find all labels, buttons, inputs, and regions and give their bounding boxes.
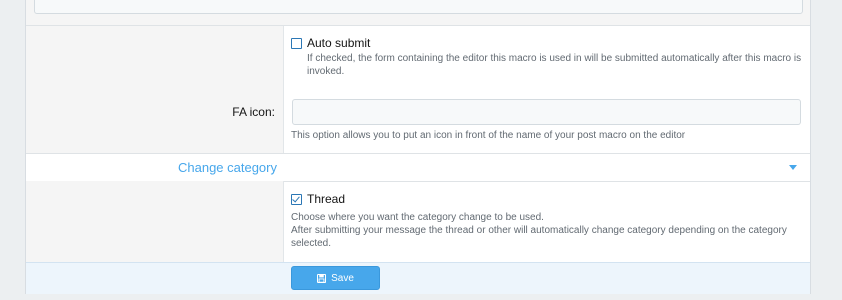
save-button-label: Save bbox=[331, 272, 354, 284]
auto-submit-hint-continued: invoked. bbox=[307, 66, 345, 77]
change-category-header[interactable]: Change category bbox=[26, 153, 810, 182]
fa-icon-label: FA icon: bbox=[232, 105, 275, 119]
auto-submit-hint: If checked, the form containing the edit… bbox=[307, 53, 802, 64]
change-category-hint: Choose where you want the category chang… bbox=[291, 212, 544, 223]
previous-field-input[interactable] bbox=[34, 0, 803, 14]
change-category-hint-continued: After submitting your message the thread… bbox=[291, 225, 787, 236]
floppy-disk-icon bbox=[317, 273, 327, 283]
thread-label[interactable]: Thread bbox=[307, 192, 345, 206]
form-footer: Save bbox=[26, 262, 810, 294]
change-category-hint-end: selected. bbox=[291, 238, 332, 249]
auto-submit-label[interactable]: Auto submit bbox=[307, 36, 370, 50]
fa-icon-input[interactable] bbox=[292, 99, 752, 125]
options-label-column: FA icon: bbox=[26, 26, 284, 153]
thread-checkbox[interactable] bbox=[291, 194, 302, 205]
change-category-title[interactable]: Change category bbox=[178, 160, 277, 175]
save-button[interactable]: Save bbox=[291, 266, 380, 290]
category-label-column bbox=[26, 181, 284, 262]
fa-icon-preview-addon bbox=[751, 99, 801, 125]
macro-form-panel: FA icon: Auto submit If checked, the for… bbox=[25, 0, 811, 294]
fa-icon-hint: This option allows you to put an icon in… bbox=[291, 130, 686, 141]
chevron-down-icon[interactable] bbox=[789, 165, 797, 170]
auto-submit-checkbox[interactable] bbox=[291, 38, 302, 49]
previous-field-row bbox=[26, 0, 810, 26]
